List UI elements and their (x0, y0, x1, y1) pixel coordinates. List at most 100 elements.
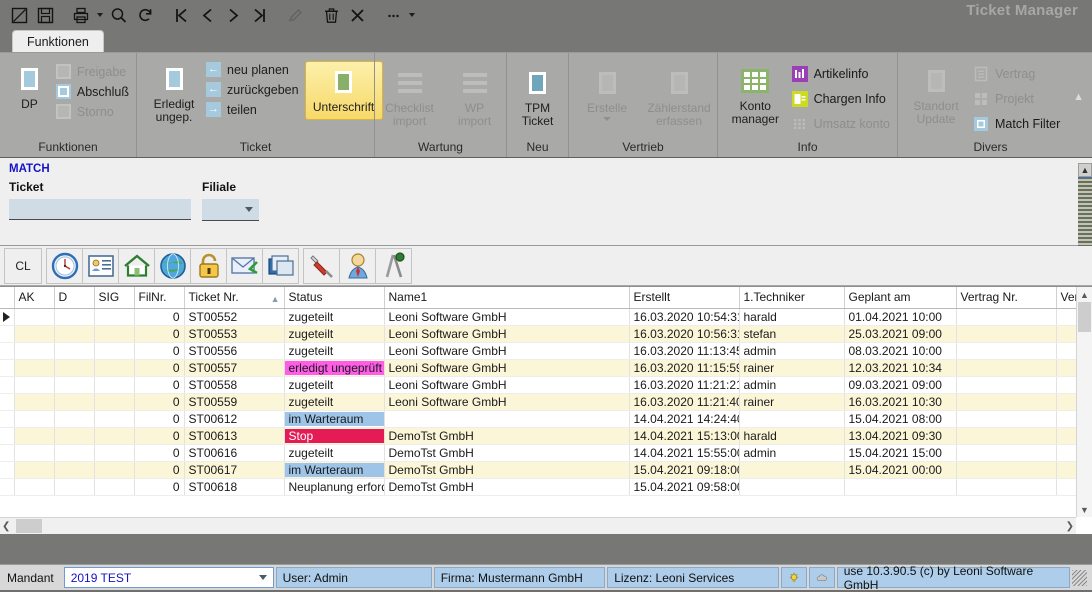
resize-grip[interactable] (1071, 569, 1087, 586)
table-row[interactable]: 0 ST00613 Stop DemoTst GmbH 14.04.2021 15:13… (0, 427, 1078, 445)
cell-ticket: ST00557 (184, 359, 285, 377)
cloud-icon[interactable] (808, 567, 835, 588)
lightbulb-icon[interactable] (780, 567, 807, 588)
copy-folder-icon[interactable] (262, 247, 299, 284)
ribbon-group-ticket: Erledigt ungep. ← neu planen ← zurückgeb… (136, 53, 383, 157)
grid-scroll-down-icon[interactable]: ▼ (1077, 502, 1092, 517)
table-row[interactable]: 0 ST00612 im Warteraum 14.04.2021 14:24:40 1… (0, 410, 1078, 428)
table-row[interactable]: 0 ST00556 zugeteilt Leoni Software GmbH 16.0… (0, 342, 1078, 360)
previous-record-icon[interactable] (194, 3, 220, 27)
refresh-icon[interactable] (132, 3, 158, 27)
column-header-filnr[interactable]: FilNr. (134, 287, 185, 309)
table-row[interactable]: 0 ST00616 zugeteilt DemoTst GmbH 14.04.2021 … (0, 444, 1078, 462)
grid-hscroll-thumb[interactable] (16, 519, 42, 533)
cell-vertrag (956, 410, 1057, 428)
unterschrift-button[interactable]: Unterschrift (304, 61, 383, 120)
table-row[interactable]: 0 ST00553 zugeteilt Leoni Software GmbH 16.0… (0, 325, 1078, 343)
konto-manager-button[interactable]: Konto manager (725, 61, 786, 126)
grid-scroll-up-icon[interactable]: ▲ (1077, 287, 1092, 302)
scroll-up-arrow-icon[interactable]: ▲ (1078, 163, 1092, 177)
delete-icon[interactable] (318, 3, 344, 27)
column-header-erstellt[interactable]: Erstellt (629, 287, 740, 309)
cell-d (54, 461, 95, 479)
cell-tech (739, 461, 845, 479)
cell-ak (14, 325, 55, 343)
grid-scroll-left-icon[interactable]: ❮ (2, 521, 10, 532)
tpm-ticket-button[interactable]: TPM Ticket (514, 63, 561, 128)
column-header-ak[interactable]: AK (14, 287, 55, 309)
cell-vert (1056, 427, 1078, 445)
cell-ak (14, 444, 55, 462)
column-header-tech[interactable]: 1.Techniker (739, 287, 845, 309)
contact-card-icon[interactable] (82, 247, 119, 284)
column-header-status[interactable]: Status (284, 287, 385, 309)
wp-import-button: WP import (450, 63, 500, 128)
column-header-d[interactable]: D (54, 287, 95, 309)
grid-vscroll-thumb[interactable] (1078, 302, 1091, 332)
screwdriver-icon[interactable] (303, 247, 340, 284)
cell-d (54, 325, 95, 343)
table-row[interactable]: 0 ST00617 im Warteraum DemoTst GmbH 15.04.20… (0, 461, 1078, 479)
cancel-icon[interactable] (344, 3, 370, 27)
save-icon[interactable] (32, 3, 58, 27)
status-badge: Stop (284, 428, 383, 443)
tab-funktionen[interactable]: Funktionen (12, 30, 104, 54)
table-row[interactable]: 0ST00618Neuplanung erforderDemoTst GmbH1… (0, 478, 1078, 496)
row-marker (0, 376, 15, 394)
checkbox-storno-label: Storno (76, 104, 114, 119)
button-teilen[interactable]: → teilen (206, 101, 299, 118)
compass-icon[interactable] (375, 247, 412, 284)
grid-horizontal-scrollbar[interactable]: ❮ ❯ (0, 517, 1076, 534)
button-match-filter-label: Match Filter (995, 117, 1061, 131)
edit-record-icon[interactable] (6, 3, 32, 27)
cell-d (54, 444, 95, 462)
column-header-ticket[interactable]: Ticket Nr. ▲ (184, 287, 285, 309)
checkbox-abschluss-icon (55, 84, 71, 99)
ticket-input[interactable] (9, 199, 191, 220)
search-icon[interactable] (106, 3, 132, 27)
status-badge: erledigt ungeprüft (284, 360, 383, 375)
table-row[interactable]: 0 ST00558 zugeteilt Leoni Software GmbH 16.0… (0, 376, 1078, 394)
grid-scroll-right-icon[interactable]: ❯ (1066, 521, 1074, 532)
mandant-select[interactable]: 2019 TEST (63, 567, 274, 588)
cell-tech (739, 478, 845, 496)
cell-ak (14, 427, 55, 445)
button-zurueckgeben[interactable]: ← zurückgeben (206, 81, 299, 98)
next-record-icon[interactable] (220, 3, 246, 27)
column-header-vert[interactable]: Vert (1056, 287, 1078, 309)
button-neu-planen-label: neu planen (227, 62, 289, 77)
clock-icon[interactable] (46, 247, 83, 284)
first-record-icon[interactable] (168, 3, 194, 27)
padlock-icon[interactable] (190, 247, 227, 284)
print-dropdown-icon[interactable] (94, 3, 106, 27)
more-options-icon[interactable] (380, 3, 406, 27)
print-icon[interactable] (68, 3, 94, 27)
globe-icon[interactable] (154, 247, 191, 284)
column-header-vertrag[interactable]: Vertrag Nr. (956, 287, 1057, 309)
table-row[interactable]: 0 ST00557 erledigt ungeprüft Leoni Software… (0, 359, 1078, 377)
button-artikelinfo[interactable]: Artikelinfo (791, 63, 890, 85)
checkbox-abschluss[interactable]: Abschluß (55, 83, 129, 100)
dp-button[interactable]: DP (11, 59, 48, 111)
cl-button[interactable]: CL (4, 247, 42, 284)
button-chargen-info[interactable]: Chargen Info (791, 88, 890, 110)
last-record-icon[interactable] (246, 3, 272, 27)
button-neu-planen[interactable]: ← neu planen (206, 61, 299, 78)
mail-icon[interactable] (226, 247, 263, 284)
ribbon-collapse-icon[interactable]: ▲ (1073, 91, 1084, 103)
column-header-geplant[interactable]: Geplant am (844, 287, 957, 309)
column-header-name1[interactable]: Name1 (384, 287, 630, 309)
filiale-select[interactable] (202, 199, 259, 221)
column-header-sig[interactable]: SIG (94, 287, 135, 309)
user-icon[interactable] (339, 247, 376, 284)
checkbox-storno-icon (55, 104, 71, 119)
dots-grid-icon (792, 116, 808, 132)
erledigt-ungep-button[interactable]: Erledigt ungep. (146, 59, 202, 124)
button-match-filter[interactable]: Match Filter (973, 113, 1060, 135)
cell-ak (14, 461, 55, 479)
more-dropdown-icon[interactable] (406, 3, 418, 27)
table-row[interactable]: 0 ST00559 zugeteilt Leoni Software GmbH 16.0… (0, 393, 1078, 411)
grid-vertical-scrollbar[interactable]: ▲ ▼ (1076, 287, 1092, 517)
table-row[interactable]: 0 ST00552 zugeteilt Leoni Software GmbH 16.0… (0, 308, 1078, 326)
home-icon[interactable] (118, 247, 155, 284)
